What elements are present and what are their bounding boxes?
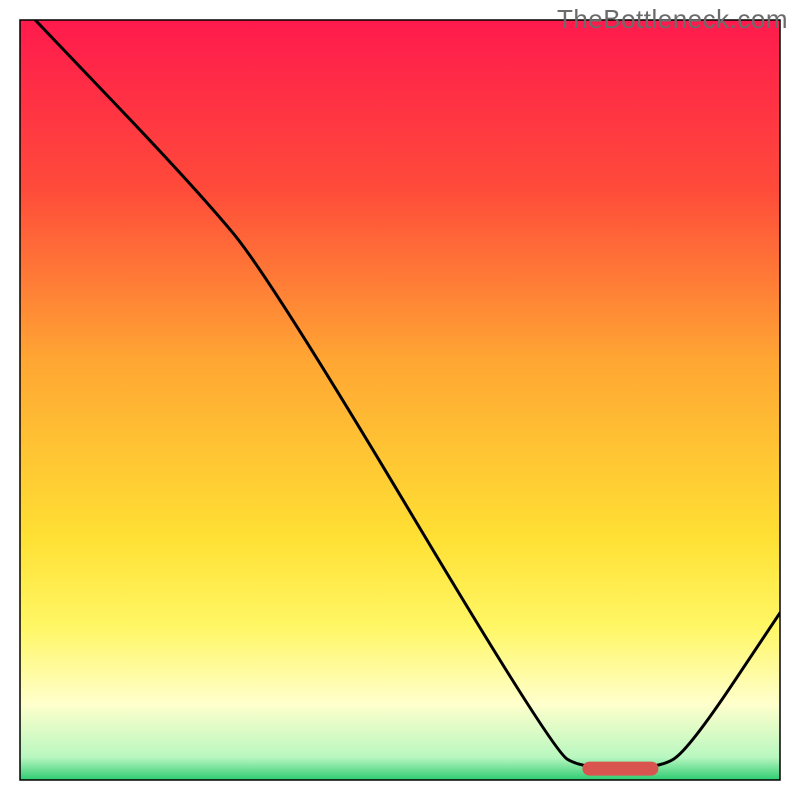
gradient-background (20, 20, 780, 780)
watermark-text: TheBottleneck.com (557, 4, 788, 35)
optimal-range-marker (582, 762, 658, 776)
chart-canvas (0, 0, 800, 800)
bottleneck-chart: TheBottleneck.com (0, 0, 800, 800)
